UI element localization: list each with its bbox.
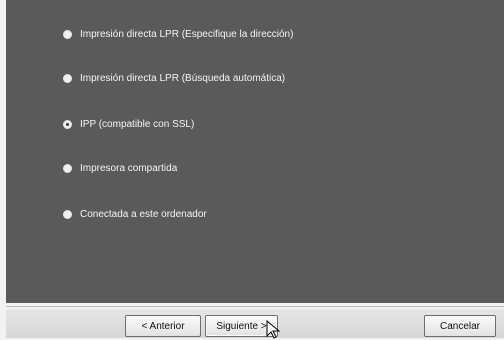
radio-button-icon[interactable]	[63, 163, 72, 173]
option-label: Impresión directa LPR (Búsqueda automáti…	[80, 72, 286, 84]
divider	[6, 306, 504, 307]
connection-type-panel: Impresión directa LPR (Especifique la di…	[6, 0, 504, 303]
option-label: Conectada a este ordenador	[80, 208, 207, 220]
cancel-button[interactable]: Cancelar	[424, 315, 496, 337]
option-local-computer[interactable]: Conectada a este ordenador	[63, 206, 207, 222]
option-ipp[interactable]: IPP (compatible con SSL)	[63, 116, 194, 132]
option-lpr-direct-auto-search[interactable]: Impresión directa LPR (Búsqueda automáti…	[63, 70, 285, 86]
option-label: IPP (compatible con SSL)	[80, 118, 195, 130]
option-lpr-direct-address[interactable]: Impresión directa LPR (Especifique la di…	[63, 26, 293, 42]
back-button[interactable]: < Anterior	[125, 315, 201, 337]
radio-button-icon[interactable]	[63, 73, 72, 83]
option-shared-printer[interactable]: Impresora compartida	[63, 160, 177, 176]
option-label: Impresión directa LPR (Especifique la di…	[80, 28, 294, 40]
option-label: Impresora compartida	[80, 162, 178, 174]
radio-button-icon[interactable]	[63, 209, 72, 219]
mouse-pointer-icon	[266, 320, 281, 339]
radio-button-selected-icon[interactable]	[63, 119, 72, 129]
radio-button-icon[interactable]	[63, 29, 72, 39]
